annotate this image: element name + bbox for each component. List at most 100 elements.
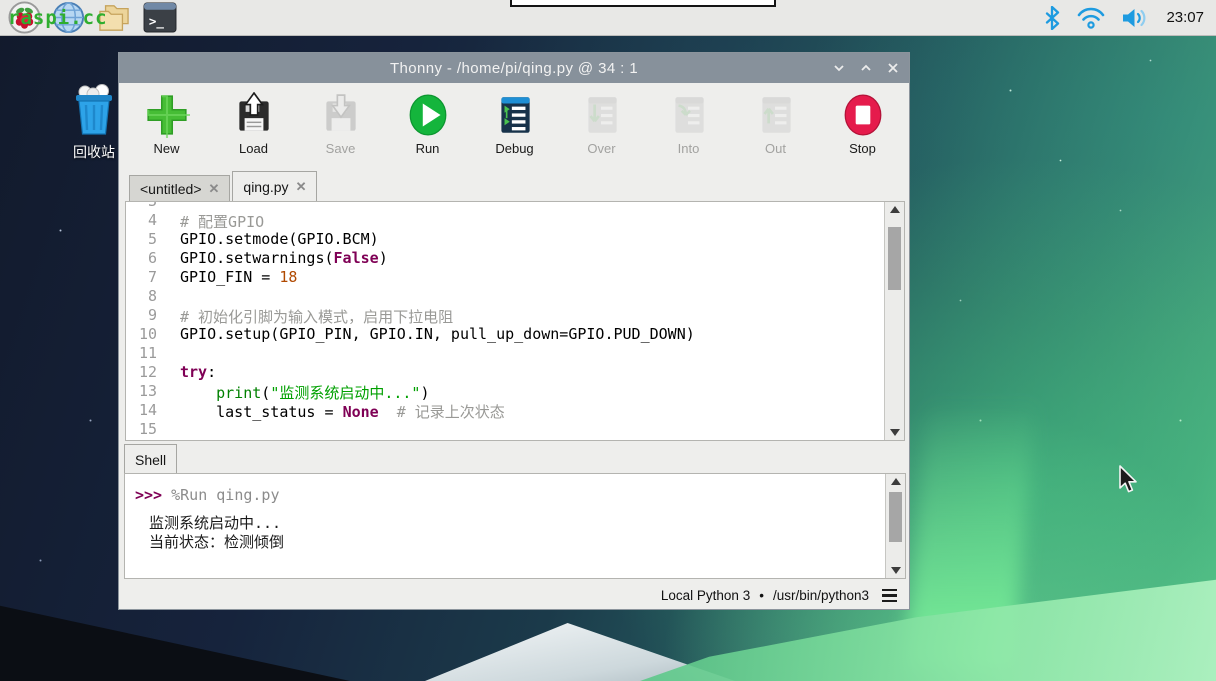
terminal-icon[interactable]: >_ <box>143 2 177 33</box>
file-manager-icon[interactable] <box>96 3 132 33</box>
scroll-down-icon[interactable] <box>886 562 905 578</box>
shell-line: >>> %Run qing.py <box>135 486 905 505</box>
run-icon <box>405 92 451 138</box>
scroll-down-icon[interactable] <box>885 424 904 440</box>
recycle-bin-label: 回收站 <box>73 142 115 162</box>
code-text <box>166 420 180 439</box>
code-line[interactable]: 8 <box>126 287 904 306</box>
tab-qing-py[interactable]: qing.py ✕ <box>232 171 317 201</box>
step-over-button[interactable]: Over <box>558 83 645 171</box>
thonny-window: Thonny - /home/pi/qing.py @ 34 : 1 <box>118 52 910 610</box>
editor-tabbar: <untitled> ✕ qing.py ✕ <box>119 171 909 201</box>
hamburger-menu-icon[interactable] <box>882 589 897 602</box>
line-number: 13 <box>126 382 166 401</box>
code-text: try: <box>166 363 216 382</box>
code-line[interactable]: 4# 配置GPIO <box>126 211 904 230</box>
code-text: # 配置GPIO <box>166 211 264 230</box>
load-button[interactable]: Load <box>210 83 297 171</box>
tab-close-icon[interactable]: ✕ <box>296 179 307 195</box>
volume-icon[interactable] <box>1122 7 1149 29</box>
code-editor[interactable]: 34# 配置GPIO5GPIO.setmode(GPIO.BCM)6GPIO.s… <box>125 201 905 441</box>
code-line[interactable]: 7GPIO_FIN = 18 <box>126 268 904 287</box>
web-browser-icon[interactable] <box>52 1 85 34</box>
line-number: 4 <box>126 211 166 230</box>
step-into-icon <box>666 92 712 138</box>
tab-untitled[interactable]: <untitled> ✕ <box>129 175 230 201</box>
toolbar: New Load S <box>119 83 909 171</box>
step-out-button[interactable]: Out <box>732 83 819 171</box>
code-line[interactable]: 15 <box>126 420 904 439</box>
interpreter-label[interactable]: Local Python 3 <box>661 588 750 603</box>
code-text: print("监测系统启动中...") <box>166 382 430 401</box>
step-into-button[interactable]: Into <box>645 83 732 171</box>
save-button[interactable]: Save <box>297 83 384 171</box>
close-button[interactable] <box>887 62 899 74</box>
code-text: # 初始化引脚为输入模式，启用下拉电阻 <box>166 306 453 325</box>
code-line[interactable]: 13 print("监测系统启动中...") <box>126 382 904 401</box>
wifi-icon[interactable] <box>1077 7 1105 29</box>
line-number: 14 <box>126 401 166 420</box>
code-line[interactable]: 11 <box>126 344 904 363</box>
scrollbar-thumb[interactable] <box>889 492 902 542</box>
line-number: 3 <box>126 201 166 211</box>
line-number: 5 <box>126 230 166 249</box>
code-text <box>166 201 180 211</box>
shell-scrollbar[interactable] <box>885 474 905 578</box>
scroll-up-icon[interactable] <box>886 474 905 490</box>
new-button[interactable]: New <box>123 83 210 171</box>
stop-button[interactable]: Stop <box>819 83 906 171</box>
scrollbar-thumb[interactable] <box>888 227 901 290</box>
code-line[interactable]: 5GPIO.setmode(GPIO.BCM) <box>126 230 904 249</box>
shell-lines: >>> %Run qing.py监测系统启动中...当前状态：检测倾倒 <box>125 474 905 552</box>
code-line[interactable]: 9# 初始化引脚为输入模式，启用下拉电阻 <box>126 306 904 325</box>
line-number: 6 <box>126 249 166 268</box>
tab-shell[interactable]: Shell <box>124 444 177 474</box>
run-button[interactable]: Run <box>384 83 471 171</box>
statusbar-separator: • <box>759 588 764 603</box>
code-line[interactable]: 3 <box>126 201 904 211</box>
line-number: 9 <box>126 306 166 325</box>
maximize-button[interactable] <box>860 62 872 74</box>
shell-line: 监测系统启动中... <box>135 514 905 533</box>
shell-tabbar: Shell <box>124 444 177 474</box>
load-file-icon <box>231 92 277 138</box>
code-text: GPIO.setup(GPIO_PIN, GPIO.IN, pull_up_do… <box>166 325 695 344</box>
line-number: 11 <box>126 344 166 363</box>
save-file-icon <box>318 92 364 138</box>
editor-scrollbar[interactable] <box>884 202 904 440</box>
line-number: 10 <box>126 325 166 344</box>
mountain-left <box>0 601 350 681</box>
scroll-up-icon[interactable] <box>885 202 904 218</box>
taskbar-clock[interactable]: 23:07 <box>1166 9 1204 26</box>
window-title: Thonny - /home/pi/qing.py @ 34 : 1 <box>119 60 909 77</box>
tab-close-icon[interactable]: ✕ <box>209 181 220 197</box>
screen: { "taskbar": { "watermark": "raspi.cc", … <box>0 0 1216 681</box>
code-line[interactable]: 10GPIO.setup(GPIO_PIN, GPIO.IN, pull_up_… <box>126 325 904 344</box>
code-text: GPIO.setmode(GPIO.BCM) <box>166 230 379 249</box>
code-line[interactable]: 6GPIO.setwarnings(False) <box>126 249 904 268</box>
editor-lines: 34# 配置GPIO5GPIO.setmode(GPIO.BCM)6GPIO.s… <box>126 201 904 439</box>
statusbar: Local Python 3 • /usr/bin/python3 <box>119 582 909 609</box>
code-line[interactable]: 12try: <box>126 363 904 382</box>
interpreter-path[interactable]: /usr/bin/python3 <box>773 588 869 603</box>
code-text: last_status = None # 记录上次状态 <box>166 401 505 420</box>
step-over-icon <box>579 92 625 138</box>
bluetooth-icon[interactable] <box>1044 6 1060 30</box>
line-number: 8 <box>126 287 166 306</box>
titlebar[interactable]: Thonny - /home/pi/qing.py @ 34 : 1 <box>119 53 909 83</box>
line-number: 15 <box>126 420 166 439</box>
trash-can-icon <box>69 82 119 140</box>
new-file-icon <box>144 92 190 138</box>
line-number: 7 <box>126 268 166 287</box>
debug-button[interactable]: Debug <box>471 83 558 171</box>
raspberry-menu-icon[interactable] <box>8 1 41 34</box>
minimize-button[interactable] <box>833 62 845 74</box>
svg-text:>_: >_ <box>149 13 165 29</box>
shell-pane[interactable]: >>> %Run qing.py监测系统启动中...当前状态：检测倾倒 <box>124 473 906 579</box>
code-text: GPIO.setwarnings(False) <box>166 249 388 268</box>
code-text: GPIO_FIN = 18 <box>166 268 297 287</box>
code-text <box>166 344 180 363</box>
line-number: 12 <box>126 363 166 382</box>
code-line[interactable]: 14 last_status = None # 记录上次状态 <box>126 401 904 420</box>
partial-offscreen-window[interactable] <box>510 0 776 7</box>
